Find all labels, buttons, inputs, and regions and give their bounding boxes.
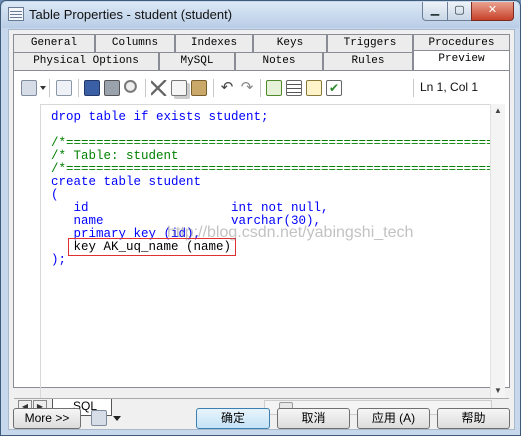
tab-general[interactable]: General <box>13 34 95 52</box>
preview-toolbar: ↶ ↷ ✔ Ln 1, Col 1 <box>18 77 506 101</box>
apply-button[interactable]: 应用 (A) <box>357 408 430 429</box>
highlight-box <box>68 238 236 256</box>
edit-icon[interactable] <box>56 80 72 96</box>
edit-script-icon[interactable] <box>306 80 322 96</box>
check-icon[interactable]: ✔ <box>326 80 342 96</box>
toolbar-separator <box>260 79 261 97</box>
more-button[interactable]: More >> <box>13 408 81 429</box>
menu-icon[interactable] <box>91 410 107 426</box>
tab-physical-options[interactable]: Physical Options <box>13 52 159 70</box>
undo-icon[interactable]: ↶ <box>219 80 235 96</box>
vertical-scrollbar[interactable]: ▲ ▼ <box>490 104 505 398</box>
scroll-down-icon[interactable]: ▼ <box>493 386 503 396</box>
window-title: Table Properties - student (student) <box>29 7 233 22</box>
toolbar-separator <box>145 79 146 97</box>
code-line: drop table if exists student; <box>51 110 269 124</box>
title-bar[interactable]: Table Properties - student (student) ▁ ▢… <box>2 2 519 28</box>
tab-columns[interactable]: Columns <box>95 34 175 52</box>
tab-indexes[interactable]: Indexes <box>175 34 253 52</box>
toolbar-separator <box>49 79 50 97</box>
minimize-button[interactable]: ▁ <box>422 2 448 21</box>
toolbar-separator <box>213 79 214 97</box>
tab-keys[interactable]: Keys <box>253 34 327 52</box>
redo-icon[interactable]: ↷ <box>239 80 255 96</box>
tab-notes[interactable]: Notes <box>235 52 323 70</box>
tab-mysql[interactable]: MySQL <box>159 52 235 70</box>
tab-preview[interactable]: Preview <box>413 50 510 70</box>
dialog-body: General Columns Indexes Keys Triggers Pr… <box>8 29 515 430</box>
cursor-position: Ln 1, Col 1 <box>420 80 479 94</box>
cancel-button[interactable]: 取消 <box>277 408 350 429</box>
window-icon <box>8 7 24 21</box>
code-line: create table student <box>51 175 202 189</box>
maximize-button[interactable]: ▢ <box>447 2 472 21</box>
properties-icon[interactable] <box>21 80 37 96</box>
cut-icon[interactable] <box>151 80 167 96</box>
copy-icon[interactable] <box>171 80 187 96</box>
sql-preview-editor[interactable]: drop table if exists student; /*========… <box>40 104 491 398</box>
save-icon[interactable] <box>84 80 100 96</box>
refresh-icon[interactable] <box>266 80 282 96</box>
menu-dropdown-icon[interactable] <box>113 416 121 421</box>
help-button[interactable]: 帮助 <box>437 408 510 429</box>
preview-panel: ↶ ↷ ✔ Ln 1, Col 1 drop table if exists s… <box>13 70 510 416</box>
tab-rules[interactable]: Rules <box>323 52 413 70</box>
dropdown-arrow-icon[interactable] <box>40 86 46 90</box>
list-icon[interactable] <box>286 80 302 96</box>
table-properties-window: Table Properties - student (student) ▁ ▢… <box>0 0 521 436</box>
tab-triggers[interactable]: Triggers <box>327 34 413 52</box>
close-button[interactable]: ✕ <box>471 2 514 21</box>
print-icon[interactable] <box>104 80 120 96</box>
find-icon[interactable] <box>124 80 140 96</box>
code-line: ); <box>51 253 67 267</box>
toolbar-separator <box>78 79 79 97</box>
ok-button[interactable]: 确定 <box>196 408 270 429</box>
scroll-up-icon[interactable]: ▲ <box>493 106 503 116</box>
tab-row-2: Physical Options MySQL Notes Rules Previ… <box>9 50 516 70</box>
paste-icon[interactable] <box>191 80 207 96</box>
toolbar-separator <box>413 79 414 97</box>
